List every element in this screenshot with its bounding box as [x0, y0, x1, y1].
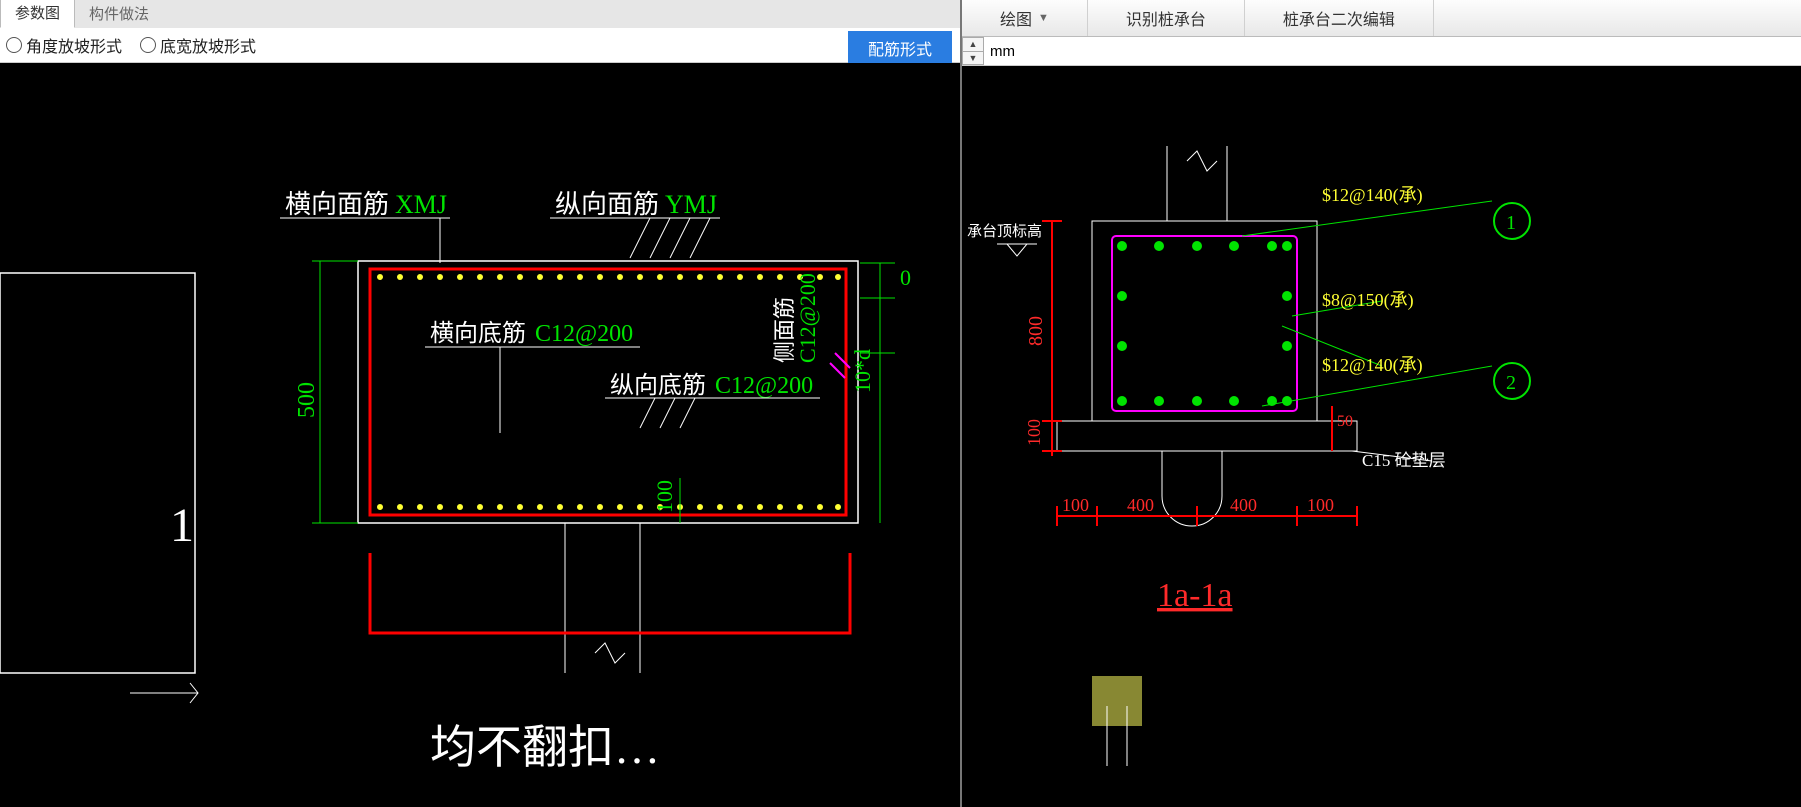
xmj-value[interactable]: XMJ [395, 190, 447, 219]
hxd-label[interactable]: 横向底筋 [430, 320, 526, 347]
dim-100[interactable]: 100 [652, 480, 677, 513]
dim-b-400a[interactable]: 400 [1127, 495, 1154, 515]
radio-width[interactable]: 底宽放坡形式 [140, 33, 256, 57]
balloon-2: 2 [1506, 372, 1516, 394]
dim-0[interactable]: 0 [900, 265, 911, 290]
ymj-label[interactable]: 纵向面筋 [555, 190, 659, 219]
bottom-note: 均不翻扣… [430, 722, 660, 773]
cmj-value[interactable]: C12@200 [795, 273, 820, 363]
dim-b-400b[interactable]: 400 [1230, 495, 1257, 515]
radio-angle[interactable]: 角度放坡形式 [6, 33, 122, 57]
draw-button-label: 绘图 [1000, 6, 1032, 30]
radio-width-label: 底宽放坡形式 [160, 33, 256, 57]
unit-label: mm [990, 43, 1015, 60]
zxd-label[interactable]: 纵向底筋 [610, 372, 706, 399]
section-1-label: 1 [170, 499, 194, 552]
dim-500[interactable]: 500 [294, 382, 320, 418]
balloon-1: 1 [1506, 212, 1516, 234]
tab-param[interactable]: 参数图 [0, 0, 75, 28]
dim-800[interactable]: 800 [1025, 316, 1047, 346]
elev-note: 承台顶标高 [967, 223, 1042, 240]
dim-50[interactable]: 50 [1337, 413, 1353, 430]
radio-angle-label: 角度放坡形式 [26, 33, 122, 57]
tab-method[interactable]: 构件做法 [75, 0, 163, 28]
edit-button[interactable]: 桩承台二次编辑 [1245, 0, 1434, 36]
rebar-spec-3[interactable]: $12@140(承) [1322, 355, 1423, 376]
right-toolbar: 绘图 ▼ 识别桩承台 桩承台二次编辑 [962, 0, 1801, 37]
unit-row: ▲▼ mm [962, 37, 1801, 66]
dim-10d[interactable]: 10*d [850, 349, 875, 393]
rebar-form-button[interactable]: 配筋形式 [848, 31, 952, 65]
left-tabbar: 参数图 构件做法 [0, 0, 960, 28]
zoom-spinner[interactable]: ▲▼ [962, 37, 984, 65]
spin-up-icon[interactable]: ▲ [963, 38, 983, 52]
detect-button[interactable]: 识别桩承台 [1088, 0, 1245, 36]
cmj-label[interactable]: 侧面筋 [772, 297, 797, 363]
dim-b-100l[interactable]: 100 [1062, 495, 1089, 515]
options-row: 角度放坡形式 底宽放坡形式 配筋形式 [0, 28, 960, 63]
hxd-value[interactable]: C12@200 [535, 321, 633, 347]
chevron-down-icon: ▼ [1038, 12, 1049, 24]
rebar-spec-2[interactable]: $8@150(承) [1322, 290, 1414, 311]
section-1a-label: 1a-1a [1157, 577, 1233, 614]
draw-button[interactable]: 绘图 ▼ [962, 0, 1088, 36]
zxd-value[interactable]: C12@200 [715, 373, 813, 399]
spin-down-icon[interactable]: ▼ [963, 52, 983, 65]
dim-b-100r[interactable]: 100 [1307, 495, 1334, 515]
ymj-value[interactable]: YMJ [665, 190, 717, 219]
xmj-label[interactable]: 横向面筋 [285, 190, 389, 219]
right-drawing-canvas[interactable]: 承台顶标高 $12@140(承) $8@150(承) $12@140(承) 1 … [962, 66, 1801, 807]
left-drawing-canvas[interactable]: 1 横向面筋 XMJ 纵向面筋 YMJ [0, 63, 960, 807]
dim-100a[interactable]: 100 [1024, 419, 1044, 446]
rebar-spec-1[interactable]: $12@140(承) [1322, 185, 1423, 206]
c15-note: C15 砼垫层 [1362, 451, 1446, 470]
